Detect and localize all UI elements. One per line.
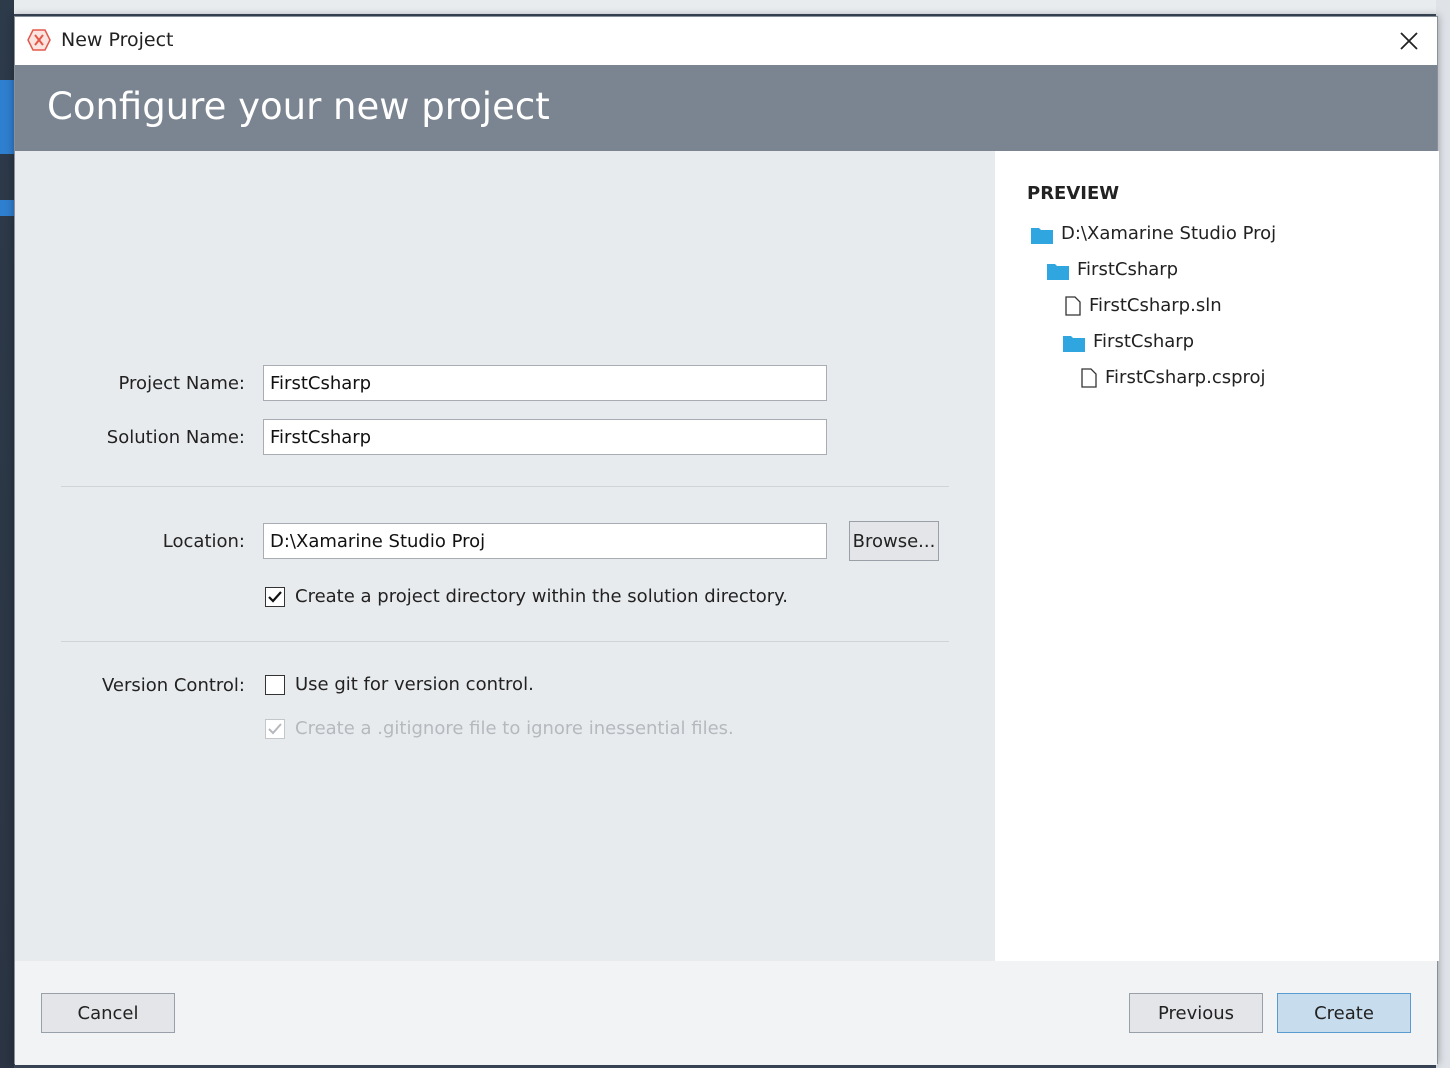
gitignore-option: Create a .gitignore file to ignore iness… — [265, 718, 734, 739]
solution-name-label: Solution Name: — [106, 427, 245, 448]
folder-icon — [1063, 334, 1085, 352]
cancel-button[interactable]: Cancel — [41, 993, 175, 1033]
create-directory-checkbox[interactable] — [265, 586, 285, 607]
folder-icon — [1047, 262, 1069, 280]
project-name-input[interactable] — [263, 365, 827, 401]
create-directory-label: Create a project directory within the so… — [295, 586, 788, 607]
location-input[interactable] — [263, 523, 827, 559]
tree-item-label: D:\Xamarine Studio Proj — [1061, 223, 1277, 244]
section-divider — [61, 641, 949, 642]
previous-button[interactable]: Previous — [1129, 993, 1263, 1033]
dialog-footer: Cancel Previous Create — [15, 961, 1437, 1065]
tree-item-file: FirstCsharp.sln — [1065, 295, 1222, 316]
browse-button[interactable]: Browse... — [849, 521, 939, 561]
page-header: Configure your new project — [15, 65, 1437, 151]
solution-name-input[interactable] — [263, 419, 827, 455]
tree-item-folder: FirstCsharp — [1047, 259, 1178, 280]
title-bar: New Project — [15, 17, 1437, 65]
tree-item-file: FirstCsharp.csproj — [1081, 367, 1266, 388]
background-accent — [0, 200, 14, 216]
gitignore-checkbox — [265, 718, 285, 739]
preview-panel: PREVIEW D:\Xamarine Studio Proj FirstCsh… — [995, 151, 1439, 961]
folder-icon — [1031, 226, 1053, 244]
use-git-option[interactable]: Use git for version control. — [265, 674, 534, 695]
background-accent — [0, 80, 14, 154]
project-name-label: Project Name: — [118, 373, 245, 394]
background-top-strip — [0, 0, 1450, 14]
background-app-left — [0, 0, 14, 1068]
create-button[interactable]: Create — [1277, 993, 1411, 1033]
window-title: New Project — [61, 29, 174, 51]
xamarin-logo-icon — [27, 28, 51, 52]
use-git-label: Use git for version control. — [295, 674, 534, 695]
configuration-form: Project Name: Solution Name: Location: B… — [15, 151, 995, 961]
page-title: Configure your new project — [47, 85, 550, 128]
tree-item-label: FirstCsharp.csproj — [1105, 367, 1266, 388]
use-git-checkbox[interactable] — [265, 674, 285, 695]
preview-title: PREVIEW — [1027, 183, 1120, 204]
tree-item-folder: D:\Xamarine Studio Proj — [1031, 223, 1276, 244]
create-directory-option[interactable]: Create a project directory within the so… — [265, 586, 788, 607]
tree-item-label: FirstCsharp.sln — [1089, 295, 1222, 316]
file-icon — [1081, 367, 1097, 388]
location-label: Location: — [162, 531, 245, 552]
new-project-dialog: New Project Configure your new project P… — [14, 16, 1439, 1065]
file-icon — [1065, 295, 1081, 316]
section-divider — [61, 486, 949, 487]
tree-item-folder: FirstCsharp — [1063, 331, 1194, 352]
gitignore-label: Create a .gitignore file to ignore iness… — [295, 718, 734, 739]
close-icon[interactable] — [1395, 27, 1423, 55]
tree-item-label: FirstCsharp — [1077, 259, 1179, 280]
tree-item-label: FirstCsharp — [1093, 331, 1195, 352]
version-control-label: Version Control: — [101, 675, 245, 696]
